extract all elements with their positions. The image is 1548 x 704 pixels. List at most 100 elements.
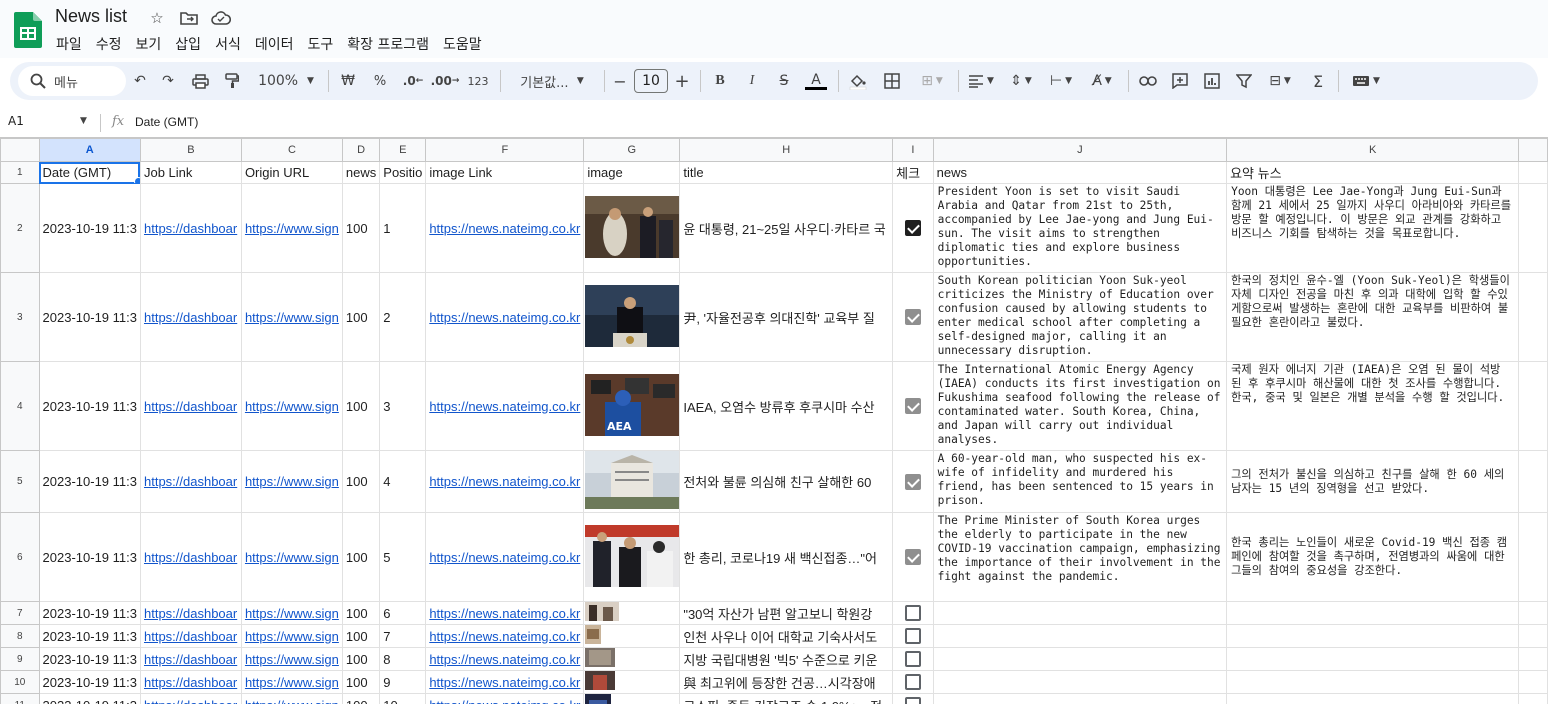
cell-news-en[interactable]: South Korean politician Yoon Suk-yeol cr… [932,272,1228,362]
checkbox-checked[interactable] [904,398,921,415]
checkbox-checked[interactable] [904,549,921,566]
currency-format-button[interactable]: ₩ [338,68,358,94]
cell-news[interactable]: 100 [341,693,381,704]
cell-origin-url[interactable]: https://www.sign [240,272,343,362]
number-format-button[interactable]: 123 [466,68,490,94]
cell-title[interactable]: "30억 자산가 남편 알고보니 학원강 [679,601,894,625]
cell-job-link[interactable]: https://dashboar [139,624,242,648]
cell-summary-ko[interactable]: 국제 원자 에너지 기관 (IAEA)은 오염 된 물이 석방 된 후 후쿠시마… [1226,361,1520,451]
cell-news[interactable]: 100 [341,670,381,694]
insert-comment-icon[interactable] [1168,68,1192,94]
star-icon[interactable]: ☆ [145,8,169,28]
cell-origin-url[interactable]: https://www.sign [240,361,343,451]
cell-news-en[interactable] [932,670,1228,694]
row-header[interactable]: 5 [0,450,40,513]
row-header[interactable]: 6 [0,512,40,602]
cell-news-en[interactable]: The Prime Minister of South Korea urges … [932,512,1228,602]
document-title[interactable]: News list [55,6,127,27]
cell-position[interactable]: 3 [379,361,427,451]
cell-check[interactable] [892,361,934,451]
column-header-a[interactable]: A [38,138,141,162]
checkbox-checked[interactable] [904,220,921,237]
functions-icon[interactable]: Σ [1306,68,1330,94]
cell-summary-ko[interactable]: 한국의 정치인 윤수-엘 (Yoon Suk-Yeol)은 학생들이 자체 디자… [1226,272,1520,362]
name-box[interactable]: A1 [8,114,24,128]
row-header[interactable]: 3 [0,272,40,362]
row-header[interactable]: 4 [0,361,40,451]
cell[interactable]: news [932,161,1228,184]
cell-news[interactable]: 100 [341,183,381,273]
cell-origin-url[interactable]: https://www.sign [240,512,343,602]
cell[interactable] [1518,670,1548,694]
cell-summary-ko[interactable]: Yoon 대통령은 Lee Jae-Yong과 Jung Eui-Sun과 함께… [1226,183,1520,273]
cloud-status-icon[interactable] [209,8,233,28]
cell[interactable] [1518,512,1548,602]
column-header-b[interactable]: B [139,138,242,162]
cell-date[interactable]: 2023-10-19 11:3 [38,512,141,602]
row-header[interactable]: 2 [0,183,40,273]
cell-position[interactable]: 2 [379,272,427,362]
cell-summary-ko[interactable] [1226,670,1520,694]
cell-news-en[interactable] [932,624,1228,648]
cell[interactable] [1518,450,1548,513]
cell-summary-ko[interactable] [1226,693,1520,704]
cell[interactable]: 체크 [892,161,934,184]
column-header-h[interactable]: H [679,138,894,162]
cell-job-link[interactable]: https://dashboar [139,183,242,273]
font-size-increase-button[interactable]: + [674,68,690,94]
cell-summary-ko[interactable] [1226,647,1520,671]
cell-image[interactable]: AEA [583,361,681,451]
cell-date[interactable]: 2023-10-19 11:3 [38,601,141,625]
cell-position[interactable]: 6 [379,601,427,625]
cell-job-link[interactable]: https://dashboar [139,272,242,362]
menu-edit[interactable]: 수정 [89,32,129,56]
bold-icon[interactable]: B [710,68,730,94]
select-all-corner[interactable] [0,138,40,162]
cell-image-link[interactable]: https://news.nateimg.co.kr [425,624,585,648]
cell-check[interactable] [892,647,934,671]
redo-icon[interactable]: ↷ [156,68,180,94]
zoom-select[interactable]: 100% ▼ [254,68,318,94]
cell-image[interactable] [583,670,681,694]
cell-image-link[interactable]: https://news.nateimg.co.kr [425,272,585,362]
checkbox-unchecked[interactable] [904,697,921,704]
cell[interactable] [1518,361,1548,451]
checkbox-unchecked[interactable] [904,674,921,691]
cell-image-link[interactable]: https://news.nateimg.co.kr [425,361,585,451]
paint-format-icon[interactable] [220,68,244,94]
cell-position[interactable]: 8 [379,647,427,671]
cell[interactable]: Positio [379,161,427,184]
checkbox-checked[interactable] [904,473,921,490]
cell-origin-url[interactable]: https://www.sign [240,624,343,648]
horizontal-align-icon[interactable]: ▼ [964,68,998,94]
cell-job-link[interactable]: https://dashboar [139,670,242,694]
menu-extensions[interactable]: 확장 프로그램 [340,32,436,56]
cell[interactable]: image [583,161,681,184]
cell-position[interactable]: 7 [379,624,427,648]
cell[interactable] [1518,624,1548,648]
cell-date[interactable]: 2023-10-19 11:3 [38,361,141,451]
strikethrough-icon[interactable]: S [774,68,794,94]
cell-position[interactable]: 9 [379,670,427,694]
cell-image[interactable] [583,693,681,704]
cell-summary-ko[interactable] [1226,601,1520,625]
cell[interactable]: image Link [425,161,585,184]
menu-data[interactable]: 데이터 [248,32,301,56]
cell-summary-ko[interactable]: 한국 총리는 노인들이 새로운 Covid-19 백신 접종 캠페인에 참여할 … [1226,512,1520,602]
insert-chart-icon[interactable] [1200,68,1224,94]
cell-check[interactable] [892,512,934,602]
cell-image-link[interactable]: https://news.nateimg.co.kr [425,601,585,625]
cell-position[interactable]: 4 [379,450,427,513]
cell-job-link[interactable]: https://dashboar [139,647,242,671]
checkbox-unchecked[interactable] [904,628,921,645]
menu-insert[interactable]: 삽입 [168,32,208,56]
cell-date[interactable]: 2023-10-19 11:3 [38,183,141,273]
cell-job-link[interactable]: https://dashboar [139,361,242,451]
cell[interactable] [1518,647,1548,671]
cell-title[interactable]: 與 최고위에 등장한 건공…시각장애 [679,670,894,694]
cell-image[interactable] [583,512,681,602]
cell-origin-url[interactable]: https://www.sign [240,183,343,273]
cell[interactable]: 요약 뉴스 [1226,161,1520,184]
cell-news[interactable]: 100 [341,450,381,513]
cell-check[interactable] [892,670,934,694]
